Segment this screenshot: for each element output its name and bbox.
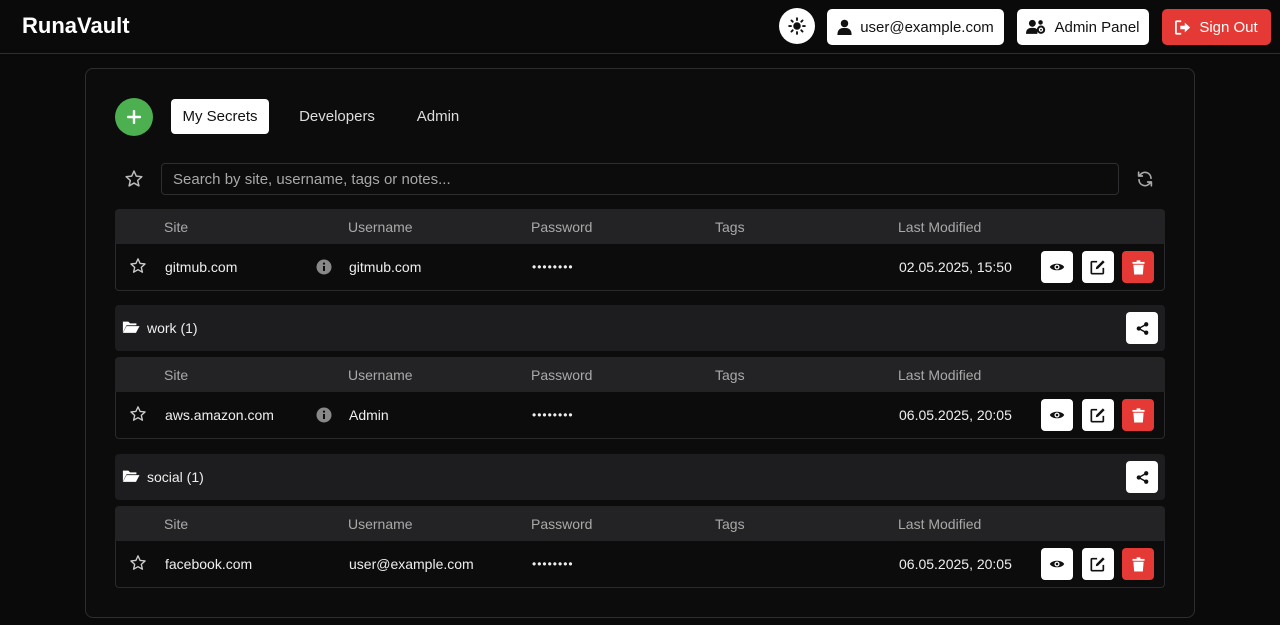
column-password: Password	[531, 219, 593, 235]
favorite-star-icon[interactable]	[129, 257, 147, 275]
sign-out-label: Sign Out	[1199, 18, 1258, 36]
trash-icon	[1131, 556, 1145, 571]
view-button[interactable]	[1041, 548, 1073, 580]
tab-admin[interactable]: Admin	[406, 99, 470, 134]
column-site: Site	[164, 219, 189, 235]
tab-developers[interactable]: Developers	[290, 99, 384, 134]
favorite-star-icon[interactable]	[129, 554, 147, 572]
refresh-icon[interactable]	[1136, 170, 1154, 188]
column-last-modified: Last Modified	[898, 516, 982, 532]
table-header: Site Username Password Tags Last Modifie…	[115, 506, 1165, 542]
delete-button[interactable]	[1122, 548, 1154, 580]
admin-panel-button[interactable]: Admin Panel	[1017, 9, 1149, 45]
group-header-social[interactable]: social (1)	[115, 454, 1165, 500]
column-site: Site	[164, 367, 189, 383]
share-group-button[interactable]	[1126, 461, 1158, 493]
row-username: gitmub.com	[349, 259, 422, 275]
edit-icon	[1090, 408, 1105, 423]
trash-icon	[1131, 259, 1145, 274]
folder-open-icon	[122, 470, 140, 482]
top-bar: RunaVault user@example.com Admin Panel S…	[0, 0, 1280, 54]
edit-icon	[1090, 557, 1105, 572]
share-group-button[interactable]	[1126, 312, 1158, 344]
row-last-modified: 06.05.2025, 20:05	[899, 407, 1012, 423]
user-button[interactable]: user@example.com	[827, 9, 1004, 45]
eye-icon	[1049, 263, 1065, 271]
info-icon[interactable]	[316, 259, 332, 275]
edit-button[interactable]	[1082, 251, 1114, 283]
column-last-modified: Last Modified	[898, 219, 982, 235]
edit-icon	[1090, 260, 1105, 275]
view-button[interactable]	[1041, 399, 1073, 431]
group-name: social (1)	[147, 469, 204, 485]
column-tags: Tags	[715, 367, 745, 383]
column-tags: Tags	[715, 516, 745, 532]
column-site: Site	[164, 516, 189, 532]
view-button[interactable]	[1041, 251, 1073, 283]
group-name: work (1)	[147, 320, 198, 336]
column-last-modified: Last Modified	[898, 367, 982, 383]
favorites-filter-star-icon[interactable]	[124, 169, 144, 189]
table-header: Site Username Password Tags Last Modifie…	[115, 357, 1165, 393]
admin-panel-label: Admin Panel	[1054, 18, 1140, 36]
edit-button[interactable]	[1082, 399, 1114, 431]
row-site: gitmub.com	[165, 259, 238, 275]
table-header: Site Username Password Tags Last Modifie…	[115, 209, 1165, 245]
delete-button[interactable]	[1122, 251, 1154, 283]
group-header-work[interactable]: work (1)	[115, 305, 1165, 351]
info-icon[interactable]	[316, 407, 332, 423]
column-tags: Tags	[715, 219, 745, 235]
plus-icon	[127, 110, 141, 124]
row-username: Admin	[349, 407, 389, 423]
theme-toggle-button[interactable]	[779, 8, 815, 44]
column-username: Username	[348, 367, 413, 383]
row-username: user@example.com	[349, 556, 474, 572]
table-row: gitmub.com gitmub.com •••••••• 02.05.202…	[115, 244, 1165, 291]
column-password: Password	[531, 516, 593, 532]
tab-my-secrets[interactable]: My Secrets	[171, 99, 269, 134]
user-email-label: user@example.com	[860, 18, 994, 36]
sign-out-icon	[1175, 19, 1191, 35]
row-password: ••••••••	[532, 408, 574, 422]
row-password: ••••••••	[532, 557, 574, 571]
sun-icon	[788, 17, 806, 35]
table-row: facebook.com user@example.com •••••••• 0…	[115, 541, 1165, 588]
column-password: Password	[531, 367, 593, 383]
table-row: aws.amazon.com Admin •••••••• 06.05.2025…	[115, 392, 1165, 439]
folder-open-icon	[122, 321, 140, 333]
share-icon	[1136, 470, 1148, 484]
search-input[interactable]	[161, 163, 1119, 195]
row-last-modified: 06.05.2025, 20:05	[899, 556, 1012, 572]
row-last-modified: 02.05.2025, 15:50	[899, 259, 1012, 275]
row-site: aws.amazon.com	[165, 407, 274, 423]
add-secret-button[interactable]	[115, 98, 153, 136]
app-brand: RunaVault	[22, 13, 130, 38]
row-site: facebook.com	[165, 556, 253, 572]
row-password: ••••••••	[532, 260, 574, 274]
column-username: Username	[348, 219, 413, 235]
favorite-star-icon[interactable]	[129, 405, 147, 423]
trash-icon	[1131, 407, 1145, 422]
sign-out-button[interactable]: Sign Out	[1162, 9, 1271, 45]
users-cog-icon	[1026, 19, 1046, 34]
share-icon	[1136, 321, 1148, 335]
eye-icon	[1049, 560, 1065, 568]
edit-button[interactable]	[1082, 548, 1114, 580]
user-icon	[837, 19, 852, 35]
eye-icon	[1049, 411, 1065, 419]
column-username: Username	[348, 516, 413, 532]
delete-button[interactable]	[1122, 399, 1154, 431]
